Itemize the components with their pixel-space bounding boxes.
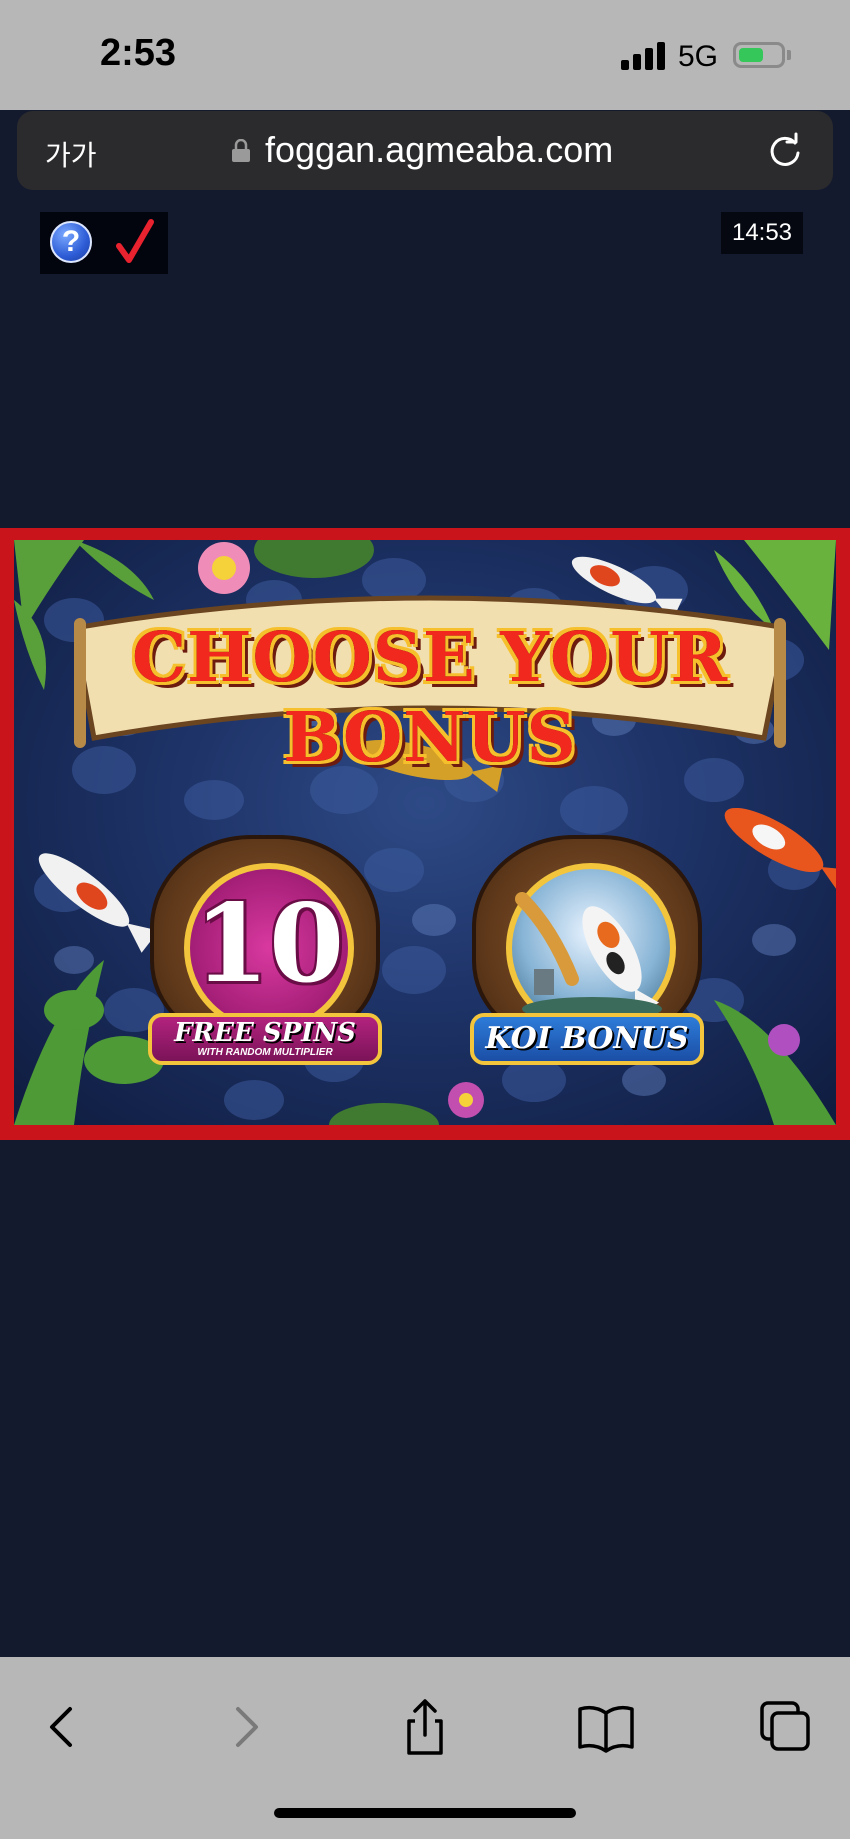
reload-icon[interactable] xyxy=(765,131,805,171)
status-bar: 2:53 5G xyxy=(0,0,850,110)
free-spins-sublabel: WITH RANDOM MULTIPLIER xyxy=(197,1047,333,1058)
battery-icon xyxy=(733,42,785,68)
lock-icon xyxy=(232,139,250,162)
free-spins-disc: 10 xyxy=(184,863,354,1033)
free-spins-label-plate[interactable]: FREE SPINS WITH RANDOM MULTIPLIER xyxy=(148,1013,382,1065)
signal-icon xyxy=(621,42,665,70)
battery-level xyxy=(739,48,763,62)
game-page: ? 14:53 CHOOSE YOUR BONUS 10 FREE SPINS … xyxy=(0,212,850,1657)
title-banner: CHOOSE YOUR BONUS xyxy=(74,588,786,778)
koi-bonus-option[interactable]: KOI BONUS xyxy=(470,835,704,1065)
bonus-title: CHOOSE YOUR BONUS xyxy=(131,618,729,778)
free-spins-count: 10 xyxy=(193,881,345,1007)
checkmark-icon[interactable] xyxy=(115,216,155,268)
share-icon[interactable] xyxy=(395,1697,455,1757)
battery-cap xyxy=(787,50,791,60)
koi-bonus-label-plate[interactable]: KOI BONUS xyxy=(470,1013,704,1065)
koi-bonus-disc xyxy=(506,863,676,1033)
network-label: 5G xyxy=(678,40,719,73)
question-icon[interactable]: ? xyxy=(50,221,92,263)
text-size-button[interactable]: 가가 xyxy=(45,134,97,174)
game-toolbar: ? xyxy=(40,212,168,274)
bookmarks-icon[interactable] xyxy=(576,1697,636,1757)
koi-bonus-label: KOI BONUS xyxy=(485,1021,689,1056)
bonus-stage: CHOOSE YOUR BONUS 10 FREE SPINS WITH RAN… xyxy=(14,540,836,1125)
url-text[interactable]: foggan.agmeaba.com xyxy=(265,129,613,171)
tabs-icon[interactable] xyxy=(756,1697,816,1757)
forward-icon[interactable] xyxy=(216,1697,276,1757)
game-clock: 14:53 xyxy=(721,212,803,254)
address-bar[interactable]: 가가 foggan.agmeaba.com xyxy=(17,111,833,190)
bonus-frame: CHOOSE YOUR BONUS 10 FREE SPINS WITH RAN… xyxy=(0,528,850,1140)
back-icon[interactable] xyxy=(32,1697,92,1757)
free-spins-option[interactable]: 10 FREE SPINS WITH RANDOM MULTIPLIER xyxy=(148,835,382,1065)
status-time: 2:53 xyxy=(100,32,177,74)
home-indicator xyxy=(274,1808,576,1818)
free-spins-label: FREE SPINS xyxy=(174,1018,356,1048)
koi-fish-icon xyxy=(515,892,662,1021)
